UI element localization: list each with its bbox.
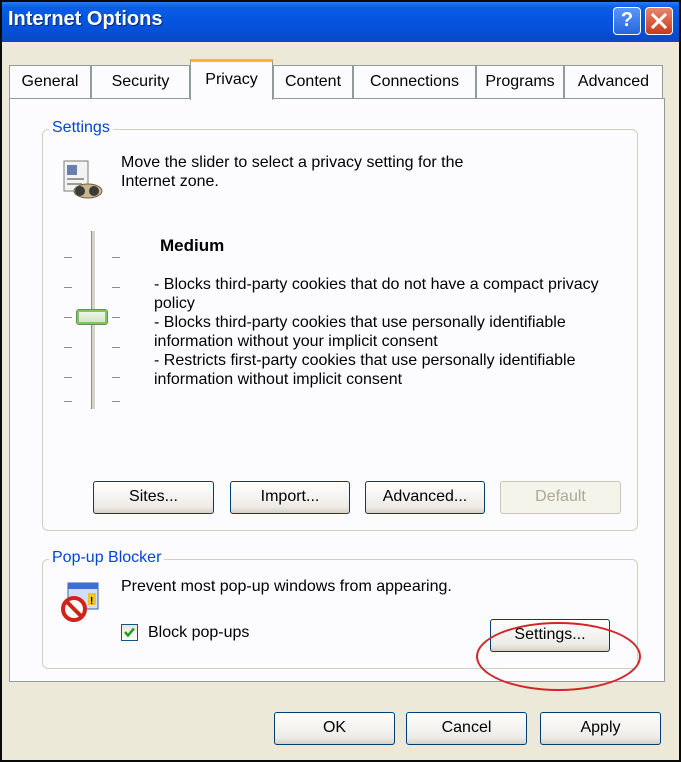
default-button[interactable]: Default	[500, 481, 621, 514]
title-bar[interactable]: Internet Options ?	[2, 2, 679, 42]
block-popups-label[interactable]: Block pop-ups	[148, 623, 249, 642]
slider-tick	[112, 287, 120, 288]
slider-tick	[112, 317, 120, 318]
settings-legend: Settings	[49, 119, 113, 137]
slider-tick	[64, 287, 72, 288]
help-button[interactable]: ?	[613, 7, 641, 35]
block-popups-checkbox[interactable]	[121, 624, 138, 641]
privacy-slider[interactable]	[62, 231, 122, 411]
tab-content[interactable]: Content	[273, 65, 353, 99]
apply-button[interactable]: Apply	[540, 712, 661, 745]
close-button[interactable]	[645, 7, 673, 35]
ok-button[interactable]: OK	[274, 712, 395, 745]
cancel-button[interactable]: Cancel	[406, 712, 527, 745]
slider-tick	[64, 401, 72, 402]
slider-tick	[64, 317, 72, 318]
close-icon	[651, 13, 667, 29]
tab-connections[interactable]: Connections	[353, 65, 476, 99]
checkmark-icon	[124, 627, 135, 638]
tab-security[interactable]: Security	[91, 65, 190, 99]
popup-blocker-legend: Pop-up Blocker	[49, 549, 165, 567]
slider-tick	[64, 347, 72, 348]
slider-tick	[112, 401, 120, 402]
tab-privacy[interactable]: Privacy	[190, 59, 273, 100]
slider-tick	[64, 257, 72, 258]
level-description-1: - Blocks third-party cookies that do not…	[154, 276, 599, 312]
popup-blocker-description: Prevent most pop-up windows from appeari…	[121, 578, 452, 595]
level-description-3: - Restricts first-party cookies that use…	[154, 352, 576, 388]
tab-advanced[interactable]: Advanced	[564, 65, 663, 99]
window-title: Internet Options	[8, 8, 163, 30]
sites-button[interactable]: Sites...	[93, 481, 214, 514]
tab-general[interactable]: General	[9, 65, 91, 99]
import-button[interactable]: Import...	[230, 481, 350, 514]
popup-blocker-icon: !	[61, 582, 99, 622]
settings-intro-text: Move the slider to select a privacy sett…	[121, 154, 464, 190]
privacy-panel: Settings Move the slider to select a pri…	[9, 98, 665, 682]
slider-thumb[interactable]	[76, 309, 108, 325]
internet-options-window: Internet Options ? General Security Priv…	[0, 0, 681, 762]
slider-tick	[112, 377, 120, 378]
tab-programs[interactable]: Programs	[476, 65, 564, 99]
privacy-icon	[63, 160, 103, 199]
slider-tick	[64, 377, 72, 378]
highlight-ellipse	[476, 622, 641, 691]
level-description-2: - Blocks third-party cookies that use pe…	[154, 314, 566, 350]
help-icon: ?	[620, 9, 634, 31]
advanced-button[interactable]: Advanced...	[365, 481, 485, 514]
slider-tick	[112, 257, 120, 258]
slider-tick	[112, 347, 120, 348]
svg-text:!: !	[90, 596, 93, 607]
privacy-level-title: Medium	[160, 236, 225, 255]
